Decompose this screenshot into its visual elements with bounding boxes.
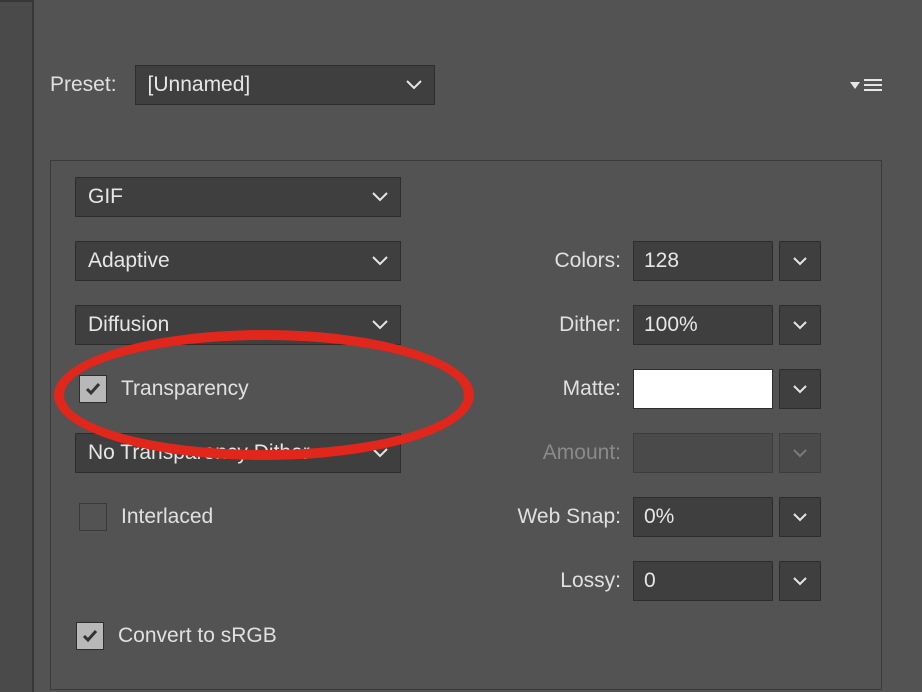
convert-srgb-row: Convert to sRGB bbox=[76, 622, 277, 650]
preset-menu-button[interactable] bbox=[850, 78, 882, 92]
interlaced-label: Interlaced bbox=[121, 505, 213, 529]
websnap-value: 0% bbox=[644, 505, 674, 529]
preset-value: [Unnamed] bbox=[148, 73, 251, 97]
chevron-down-icon bbox=[793, 449, 807, 458]
chevron-down-icon bbox=[793, 513, 807, 522]
color-reduction-dropdown[interactable]: Adaptive bbox=[75, 241, 401, 281]
transparency-label: Transparency bbox=[121, 377, 249, 401]
convert-srgb-checkbox[interactable] bbox=[76, 622, 104, 650]
format-dropdown[interactable]: GIF bbox=[75, 177, 401, 217]
format-row: GIF bbox=[75, 175, 857, 219]
save-for-web-options-panel: Preset: [Unnamed] GIF bbox=[50, 60, 912, 690]
chevron-down-icon bbox=[793, 257, 807, 266]
lossy-row: Lossy: 0 bbox=[75, 559, 857, 603]
interlaced-checkbox[interactable] bbox=[79, 503, 107, 531]
format-options-group: GIF Adaptive Colors: 128 bbox=[50, 160, 882, 690]
dither-algo-dropdown[interactable]: Diffusion bbox=[75, 305, 401, 345]
transparency-dither-dropdown[interactable]: No Transparency Dither bbox=[75, 433, 401, 473]
websnap-label: Web Snap: bbox=[401, 505, 633, 529]
chevron-down-icon bbox=[406, 80, 422, 90]
triangle-down-icon bbox=[850, 80, 860, 90]
chevron-down-icon bbox=[372, 320, 388, 330]
websnap-stepper[interactable] bbox=[779, 497, 821, 537]
preset-label: Preset: bbox=[50, 73, 117, 97]
transparency-checkbox[interactable] bbox=[79, 375, 107, 403]
amount-label: Amount: bbox=[401, 441, 633, 465]
chevron-down-icon bbox=[372, 256, 388, 266]
amount-stepper bbox=[779, 433, 821, 473]
interlaced-row: Interlaced Web Snap: 0% bbox=[75, 495, 857, 539]
chevron-down-icon bbox=[793, 321, 807, 330]
chevron-down-icon bbox=[793, 385, 807, 394]
dither-label: Dither: bbox=[401, 313, 633, 337]
lossy-label: Lossy: bbox=[401, 569, 633, 593]
dither-input[interactable]: 100% bbox=[633, 305, 773, 345]
chevron-down-icon bbox=[372, 448, 388, 458]
matte-dropdown[interactable] bbox=[779, 369, 821, 409]
format-value: GIF bbox=[88, 185, 123, 209]
websnap-input[interactable]: 0% bbox=[633, 497, 773, 537]
matte-label: Matte: bbox=[401, 377, 633, 401]
transparency-dither-row: No Transparency Dither Amount: bbox=[75, 431, 857, 475]
dither-algo-row: Diffusion Dither: 100% bbox=[75, 303, 857, 347]
chevron-down-icon bbox=[372, 192, 388, 202]
dither-value: 100% bbox=[644, 313, 698, 337]
amount-input bbox=[633, 433, 773, 473]
menu-lines-icon bbox=[864, 78, 882, 92]
colors-value: 128 bbox=[644, 249, 679, 273]
colors-input[interactable]: 128 bbox=[633, 241, 773, 281]
check-icon bbox=[81, 627, 99, 645]
convert-srgb-label: Convert to sRGB bbox=[118, 624, 277, 648]
matte-swatch[interactable] bbox=[633, 369, 773, 409]
preset-dropdown[interactable]: [Unnamed] bbox=[135, 65, 435, 105]
dither-stepper[interactable] bbox=[779, 305, 821, 345]
color-reduction-row: Adaptive Colors: 128 bbox=[75, 239, 857, 283]
lossy-stepper[interactable] bbox=[779, 561, 821, 601]
colors-stepper[interactable] bbox=[779, 241, 821, 281]
colors-label: Colors: bbox=[401, 249, 633, 273]
check-icon bbox=[84, 380, 102, 398]
lossy-input[interactable]: 0 bbox=[633, 561, 773, 601]
chevron-down-icon bbox=[793, 577, 807, 586]
lossy-value: 0 bbox=[644, 569, 656, 593]
panel-left-edge bbox=[0, 0, 34, 692]
transparency-dither-value: No Transparency Dither bbox=[88, 441, 310, 465]
color-reduction-value: Adaptive bbox=[88, 249, 170, 273]
transparency-row: Transparency Matte: bbox=[75, 367, 857, 411]
preset-row: Preset: [Unnamed] bbox=[50, 60, 912, 110]
dither-algo-value: Diffusion bbox=[88, 313, 169, 337]
